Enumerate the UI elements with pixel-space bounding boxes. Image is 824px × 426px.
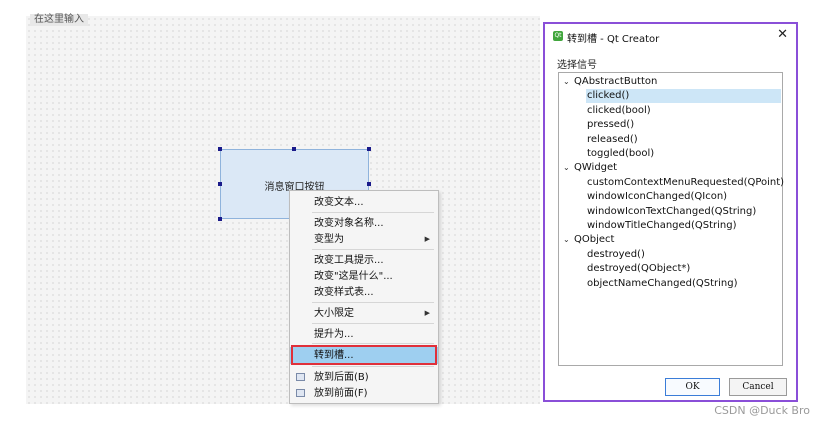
context-menu-item-label: 改变文本... (314, 197, 364, 208)
signal-item-label: destroyed() (587, 248, 645, 260)
resize-handle-top-left[interactable] (218, 147, 222, 151)
context-menu: 改变文本... 改变对象名称... 变型为 ▶ 改变工具提示... 改变"这是什么"...… (289, 190, 439, 404)
select-signal-label: 选择信号 (557, 60, 597, 71)
resize-handle-top-mid[interactable] (292, 147, 296, 151)
context-menu-item-label: 变型为 (314, 234, 344, 245)
context-menu-item[interactable]: 大小限定 ▶ (290, 305, 438, 322)
tree-group-label: QAbstractButton (574, 76, 658, 87)
qt-creator-icon: Qt (553, 31, 563, 41)
chevron-down-icon[interactable]: ⌄ (563, 75, 570, 89)
tree-group-label: QObject (574, 234, 615, 246)
signal-item[interactable]: objectNameChanged(QString) (559, 277, 782, 291)
signal-item-label: windowTitleChanged(QString) (587, 220, 737, 231)
tree-group-qabstractbutton[interactable]: ⌄ QAbstractButton (559, 75, 782, 89)
context-menu-item[interactable]: 改变对象名称... (290, 215, 438, 232)
context-menu-item[interactable]: 改变"这是什么"... (290, 268, 438, 285)
signal-item[interactable]: pressed() (559, 118, 782, 132)
context-menu-item-label: 改变"这是什么"... (314, 271, 393, 282)
context-menu-item[interactable]: 改变工具提示... (290, 252, 438, 269)
menu-separator (312, 343, 434, 344)
signal-item[interactable]: clicked(bool) (559, 104, 782, 118)
context-menu-item[interactable]: 改变样式表... (290, 284, 438, 301)
cancel-button[interactable]: Cancel (729, 378, 787, 396)
context-menu-item-label: 大小限定 (314, 308, 354, 319)
context-menu-item-label: 提升为... (314, 329, 354, 340)
signal-item[interactable]: customContextMenuRequested(QPoint) (559, 176, 785, 190)
context-menu-item[interactable]: 提升为... (290, 326, 438, 343)
submenu-arrow-icon: ▶ (424, 309, 430, 317)
signal-item-label: windowIconChanged(QIcon) (587, 191, 728, 203)
ok-button[interactable]: OK (665, 378, 720, 396)
signal-tree[interactable]: ⌄ QAbstractButton clicked() clicked(bool) pr… (558, 72, 785, 366)
go-to-slot-dialog: Qt 转到槽 - Qt Creator ✕ 选择信号 ⌄ QAbstractBut… (543, 22, 798, 402)
signal-item[interactable]: windowIconChanged(QIcon) (559, 190, 782, 204)
menu-type-here-hint[interactable]: 在这里输入 (30, 14, 88, 26)
context-menu-item-label: 放到前面(F) (314, 388, 368, 399)
signal-item-label: objectNameChanged(QString) (587, 277, 738, 289)
chevron-down-icon[interactable]: ⌄ (563, 233, 570, 247)
signal-item[interactable]: destroyed() (559, 248, 782, 262)
dialog-titlebar[interactable]: Qt 转到槽 - Qt Creator ✕ (545, 24, 796, 48)
tree-group-qobject[interactable]: ⌄ QObject (559, 233, 782, 247)
signal-item[interactable]: windowTitleChanged(QString) (559, 219, 782, 233)
signal-item[interactable]: toggled(bool) (559, 147, 782, 161)
menu-separator (312, 323, 434, 324)
context-menu-item[interactable]: 转到槽... (290, 347, 438, 364)
send-to-back-icon (296, 373, 305, 381)
context-menu-item-label: 改变工具提示... (314, 255, 384, 266)
resize-handle-mid-left[interactable] (218, 182, 222, 186)
context-menu-item[interactable]: 改变文本... (290, 194, 438, 211)
menu-separator (312, 302, 434, 303)
signal-item-label: clicked(bool) (587, 104, 651, 116)
signal-item[interactable]: windowIconTextChanged(QString) (559, 205, 782, 219)
context-menu-item-label: 转到槽... (314, 350, 354, 361)
signal-item-label: windowIconTextChanged(QString) (587, 205, 757, 217)
signal-item-label: customContextMenuRequested(QPoint) (587, 176, 785, 188)
tree-group-label: QWidget (574, 162, 618, 174)
bring-to-front-icon (296, 389, 305, 397)
signal-item[interactable]: destroyed(QObject*) (559, 262, 782, 276)
menu-separator (312, 212, 434, 213)
close-icon[interactable]: ✕ (777, 27, 788, 42)
context-menu-item-label: 放到后面(B) (314, 372, 369, 383)
context-menu-item[interactable]: 放到后面(B) (290, 369, 438, 386)
context-menu-item-label: 改变样式表... (314, 287, 374, 298)
signal-item-label: destroyed(QObject*) (587, 263, 691, 275)
menu-separator (312, 249, 434, 250)
signal-item-label: released() (587, 133, 638, 145)
signal-item[interactable]: clicked() (559, 89, 782, 103)
context-menu-item[interactable]: 变型为 ▶ (290, 231, 438, 248)
resize-handle-mid-right[interactable] (367, 182, 371, 186)
context-menu-item-label: 改变对象名称... (314, 218, 384, 229)
context-menu-item[interactable]: 放到前面(F) (290, 385, 438, 402)
dialog-title: 转到槽 - Qt Creator (567, 34, 660, 45)
signal-item-label: clicked() (587, 90, 630, 102)
menu-separator (312, 366, 434, 367)
signal-item[interactable]: released() (559, 133, 782, 147)
signal-item-label: toggled(bool) (587, 148, 655, 159)
tree-group-qwidget[interactable]: ⌄ QWidget (559, 161, 782, 175)
submenu-arrow-icon: ▶ (424, 235, 430, 243)
chevron-down-icon[interactable]: ⌄ (563, 161, 570, 175)
resize-handle-bottom-left[interactable] (218, 217, 222, 221)
watermark: CSDN @Duck Bro (714, 404, 810, 417)
signal-item-label: pressed() (587, 119, 635, 131)
resize-handle-top-right[interactable] (367, 147, 371, 151)
